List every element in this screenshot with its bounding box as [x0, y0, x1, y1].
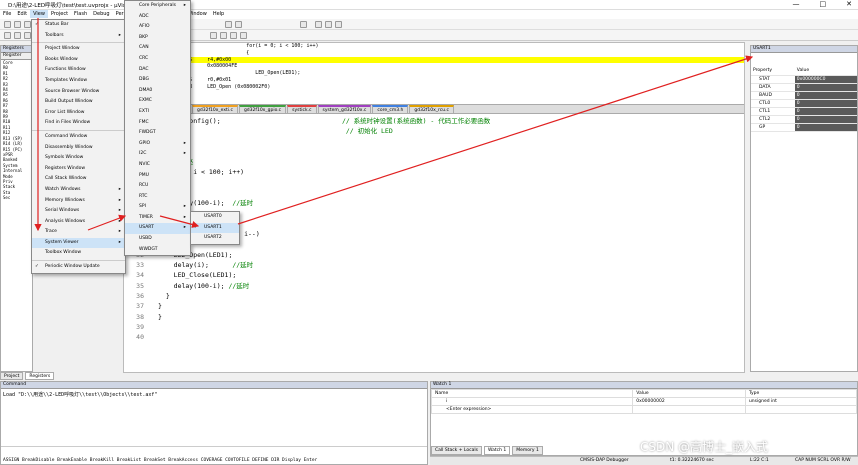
arrow-to-usart1 [159, 215, 200, 228]
annotation-arrows [34, 18, 754, 232]
arrow-to-usart [87, 214, 127, 231]
watermark: CSDN @高博士_嵌入式 [640, 440, 769, 454]
arrow-to-usart1-panel [237, 55, 754, 225]
